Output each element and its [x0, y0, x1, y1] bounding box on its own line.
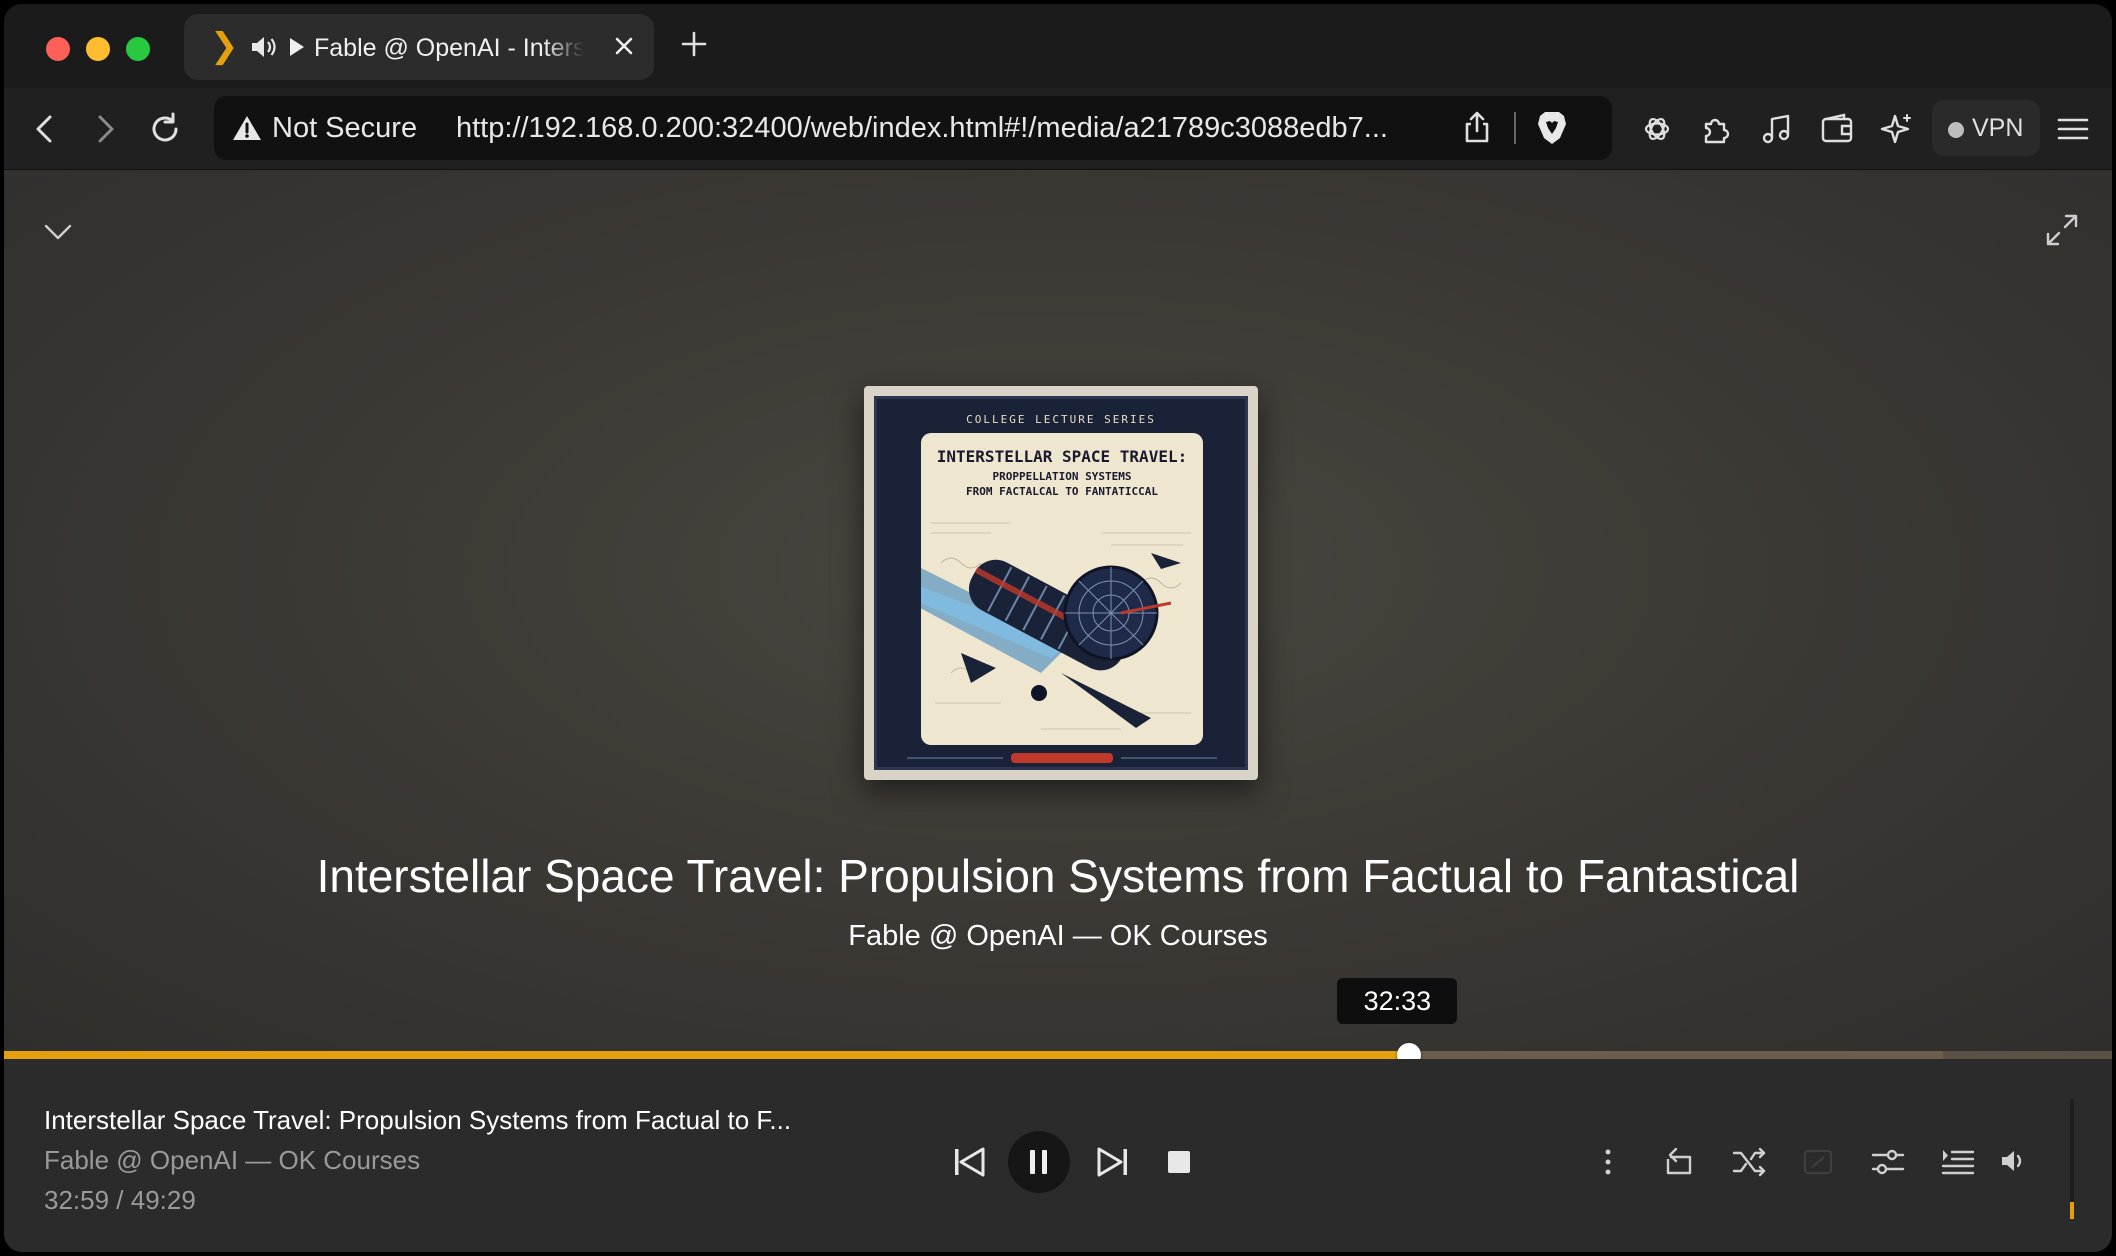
- shuffle-icon[interactable]: [1732, 1145, 1768, 1179]
- address-bar-separator: [1514, 112, 1516, 144]
- vpn-status-dot: [1948, 122, 1964, 138]
- repeat-icon[interactable]: [1664, 1145, 1698, 1179]
- vpn-button[interactable]: VPN: [1932, 100, 2040, 156]
- wallet-icon[interactable]: [1818, 110, 1856, 148]
- spaceship-illustration: [921, 522, 1191, 730]
- previous-track-icon[interactable]: [952, 1145, 986, 1179]
- plex-icon: ❯: [210, 27, 239, 65]
- menu-icon[interactable]: [2054, 110, 2092, 148]
- volume-icon[interactable]: [2000, 1147, 2028, 1175]
- seek-bar[interactable]: [4, 1043, 2112, 1067]
- tab-title: Fable @ OpenAI - Interstellar Space Trav…: [314, 34, 584, 62]
- chevron-down-icon[interactable]: [42, 220, 74, 244]
- album-art-illustration: COLLEGE LECTURE SERIES INTERSTELLAR SPAC…: [874, 396, 1248, 770]
- browser-window: ❯ Fable @ OpenAI - Interstellar Space Tr…: [4, 4, 2112, 1252]
- playback-speed-icon: [1803, 1149, 1833, 1175]
- reload-icon[interactable]: [146, 110, 184, 148]
- volume-slider-fill: [2070, 1202, 2074, 1219]
- leo-ai-icon[interactable]: [1878, 110, 1916, 148]
- warning-icon[interactable]: [232, 114, 262, 142]
- pause-button[interactable]: [1008, 1131, 1070, 1193]
- media-music-icon[interactable]: [1758, 110, 1796, 148]
- browser-toolbar: Not Secure http://192.168.0.200:32400/we…: [4, 88, 2112, 170]
- play-icon: [290, 38, 304, 56]
- back-icon[interactable]: [26, 110, 64, 148]
- player-track-artist[interactable]: Fable @ OpenAI — OK Courses: [44, 1143, 420, 1177]
- next-track-icon[interactable]: [1096, 1145, 1130, 1179]
- forward-icon[interactable]: [86, 110, 124, 148]
- vpn-label: VPN: [1972, 114, 2024, 142]
- not-secure-label[interactable]: Not Secure: [272, 110, 417, 146]
- track-title: Interstellar Space Travel: Propulsion Sy…: [316, 850, 1800, 902]
- close-tab-icon[interactable]: [612, 34, 636, 58]
- seek-bar-progress: [4, 1051, 1410, 1059]
- chatgpt-extension-icon[interactable]: [1638, 110, 1676, 148]
- share-icon[interactable]: [1462, 110, 1492, 144]
- minimize-window-button[interactable]: [86, 37, 110, 61]
- cover-footer-bar: [907, 753, 1217, 763]
- player-time: 32:59 / 49:29: [44, 1185, 196, 1215]
- cover-title-text: INTERSTELLAR SPACE TRAVEL:: [936, 447, 1188, 466]
- pause-icon: [1030, 1150, 1047, 1174]
- seek-time-tooltip: 32:33: [1337, 978, 1458, 1024]
- zoom-window-button[interactable]: [126, 37, 150, 61]
- volume-slider[interactable]: [2070, 1099, 2074, 1219]
- url-text[interactable]: http://192.168.0.200:32400/web/index.htm…: [456, 110, 1388, 146]
- now-playing-view: COLLEGE LECTURE SERIES INTERSTELLAR SPAC…: [4, 170, 2112, 1058]
- extensions-icon[interactable]: [1698, 110, 1736, 148]
- play-queue-icon[interactable]: [1940, 1145, 1976, 1179]
- address-bar[interactable]: Not Secure http://192.168.0.200:32400/we…: [214, 96, 1612, 160]
- new-tab-icon[interactable]: [680, 30, 708, 58]
- close-window-button[interactable]: [46, 37, 70, 61]
- brave-shields-icon[interactable]: [1536, 110, 1568, 146]
- cover-series-text: COLLEGE LECTURE SERIES: [966, 413, 1156, 426]
- cover-subtitle-line2: FROM FACTALCAL TO FANTATICCAL: [965, 485, 1159, 498]
- player-bar: Interstellar Space Travel: Propulsion Sy…: [4, 1059, 2112, 1252]
- player-track-title[interactable]: Interstellar Space Travel: Propulsion Sy…: [44, 1103, 791, 1137]
- tab-audio-icon[interactable]: [250, 34, 278, 60]
- stop-icon[interactable]: [1166, 1149, 1192, 1175]
- album-art: COLLEGE LECTURE SERIES INTERSTELLAR SPAC…: [864, 386, 1258, 780]
- more-options-icon[interactable]: [1598, 1147, 1618, 1177]
- cover-subtitle: PROPPELLATION SYSTEMS FROM FACTALCAL TO …: [927, 469, 1197, 499]
- track-artist[interactable]: Fable @ OpenAI — OK Courses: [4, 918, 2112, 954]
- equalizer-settings-icon[interactable]: [1870, 1145, 1906, 1179]
- fullscreen-icon[interactable]: [2044, 212, 2080, 248]
- cover-subtitle-line1: PROPPELLATION SYSTEMS: [992, 470, 1132, 483]
- tab-bar: ❯ Fable @ OpenAI - Interstellar Space Tr…: [4, 4, 2112, 88]
- browser-tab-active[interactable]: ❯ Fable @ OpenAI - Interstellar Space Tr…: [184, 14, 654, 80]
